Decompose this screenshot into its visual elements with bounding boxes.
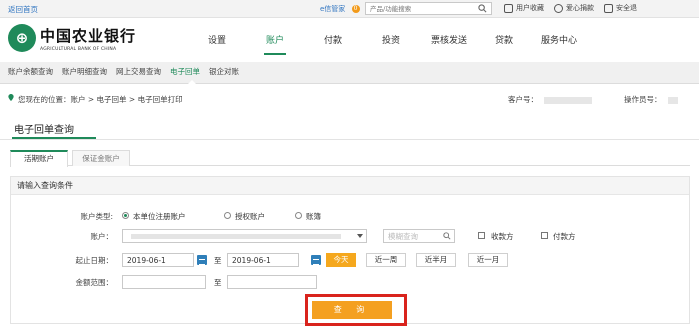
fuzzy-search-icon[interactable] (443, 232, 451, 240)
product-search-input[interactable] (366, 3, 471, 14)
start-date-input[interactable] (122, 253, 194, 267)
date-range-label: 起止日期： (75, 256, 114, 265)
query-button-highlight (305, 294, 407, 326)
account-type-row: 账户类型: 本单位注册账户 授权账户 账簿 (11, 208, 691, 224)
logo-english-name: AGRICULTURAL BANK OF CHINA (40, 46, 117, 52)
subnav-balance-query[interactable]: 账户余额查询 (8, 62, 53, 83)
abc-logo-icon: ⊕ (8, 24, 36, 52)
account-row: 账户： 收款方 付款方 (11, 228, 691, 244)
radio-ledger[interactable] (295, 212, 302, 219)
main-header: ⊕ 中国农业银行 AGRICULTURAL BANK OF CHINA 设置 账… (0, 18, 699, 62)
logo-chinese-name: 中国农业银行 (40, 26, 137, 45)
radio-ledger-label: 账簿 (306, 212, 321, 221)
quick-date-half-month-button[interactable]: 近半月 (416, 253, 456, 267)
amount-range-row: 金额范围： 至 (11, 274, 691, 290)
quick-date-month-button[interactable]: 近一月 (468, 253, 508, 267)
end-date-calendar-icon[interactable] (311, 255, 321, 265)
tab-margin-account[interactable]: 保证金账户 (72, 150, 130, 166)
nav-bill-send[interactable]: 票核发送 (420, 33, 478, 55)
logout-icon (604, 3, 613, 13)
amount-range-label: 金额范围： (75, 278, 114, 287)
sub-nav: 账户余额查询 账户明细查询 网上交易查询 电子回单 银企对账 (0, 62, 699, 84)
radio-registered-account[interactable] (122, 212, 129, 219)
nav-service-center[interactable]: 服务中心 (530, 33, 588, 55)
radio-authorized-account-label: 授权账户 (235, 212, 265, 221)
breadcrumb: 您现在的位置：账户 > 电子回单 > 电子回单打印 (18, 95, 183, 104)
subnav-electronic-receipt[interactable]: 电子回单 (170, 62, 200, 84)
start-date-calendar-icon[interactable] (197, 255, 207, 265)
account-label: 账户： (90, 232, 114, 241)
nav-payment[interactable]: 付款 (304, 33, 362, 55)
subnav-online-transaction-query[interactable]: 网上交易查询 (116, 62, 161, 83)
main-nav: 设置 账户 付款 投资 票核发送 贷款 服务中心 (188, 33, 588, 55)
customer-number-masked (544, 96, 592, 104)
product-search-box (365, 2, 492, 15)
operator-number: 操作员号： (624, 94, 678, 105)
heart-icon (554, 3, 563, 13)
checkbox-payer-label: 付款方 (553, 232, 576, 241)
quick-date-week-button[interactable]: 近一周 (366, 253, 406, 267)
logout-label: 安全退 (616, 4, 637, 12)
page-title-bar: 电子回单查询 (0, 116, 699, 140)
account-select-masked-value (131, 234, 341, 239)
location-pin-icon (8, 94, 14, 101)
favorites-label: 用户收藏 (516, 4, 544, 12)
favorites-link[interactable]: 用户收藏 (504, 3, 544, 13)
subnav-detail-query[interactable]: 账户明细查询 (62, 62, 107, 83)
donation-label: 爱心捐款 (566, 4, 594, 12)
chevron-down-icon (357, 234, 363, 238)
e-manager-link[interactable]: e信管家 0 (320, 4, 360, 14)
account-type-label: 账户类型: (80, 212, 113, 221)
logout-link[interactable]: 安全退 (604, 3, 637, 13)
page-title-underline (12, 137, 96, 139)
checkbox-receiver-label: 收款方 (491, 232, 514, 241)
bank-logo[interactable]: ⊕ 中国农业银行 AGRICULTURAL BANK OF CHINA (8, 24, 136, 52)
notice-badge: 0 (351, 5, 360, 13)
customer-number: 客户号： (508, 94, 592, 105)
donation-link[interactable]: 爱心捐款 (554, 3, 594, 13)
account-tabs: 活期账户 保证金账户 (10, 150, 690, 167)
nav-investment[interactable]: 投资 (362, 33, 420, 55)
operator-number-label: 操作员号： (624, 95, 662, 104)
radio-registered-account-label: 本单位注册账户 (133, 212, 186, 221)
top-links: 用户收藏 爱心捐款 安全退 (504, 3, 637, 13)
amount-max-input[interactable] (227, 275, 317, 289)
amount-separator: 至 (214, 278, 222, 287)
subnav-bank-reconciliation[interactable]: 银企对账 (209, 62, 239, 83)
e-manager-label: e信管家 (320, 5, 346, 13)
radio-authorized-account[interactable] (224, 212, 231, 219)
favorites-icon (504, 3, 513, 13)
checkbox-payer[interactable] (541, 232, 548, 239)
amount-min-input[interactable] (122, 275, 206, 289)
nav-settings[interactable]: 设置 (188, 33, 246, 55)
search-icon[interactable] (478, 4, 487, 13)
query-panel-heading: 请输入查询条件 (11, 177, 689, 195)
page-title: 电子回单查询 (14, 125, 74, 136)
quick-date-today-button[interactable]: 今天 (326, 253, 356, 267)
back-to-home-link[interactable]: 返回首页 (8, 4, 38, 15)
operator-number-masked (667, 96, 678, 104)
breadcrumb-bar: 您现在的位置：账户 > 电子回单 > 电子回单打印 客户号： 操作员号： (0, 90, 699, 106)
end-date-input[interactable] (227, 253, 299, 267)
date-range-row: 起止日期： 至 今天 近一周 近半月 近一月 (11, 252, 691, 268)
nav-loan[interactable]: 贷款 (478, 33, 530, 55)
customer-number-label: 客户号： (508, 95, 538, 104)
date-separator: 至 (214, 256, 222, 265)
tab-current-account[interactable]: 活期账户 (10, 150, 68, 167)
checkbox-receiver[interactable] (478, 232, 485, 239)
account-select[interactable] (122, 229, 367, 243)
top-bar: 返回首页 e信管家 0 用户收藏 爱心捐款 安全退 (0, 0, 699, 18)
nav-account[interactable]: 账户 (246, 33, 304, 55)
